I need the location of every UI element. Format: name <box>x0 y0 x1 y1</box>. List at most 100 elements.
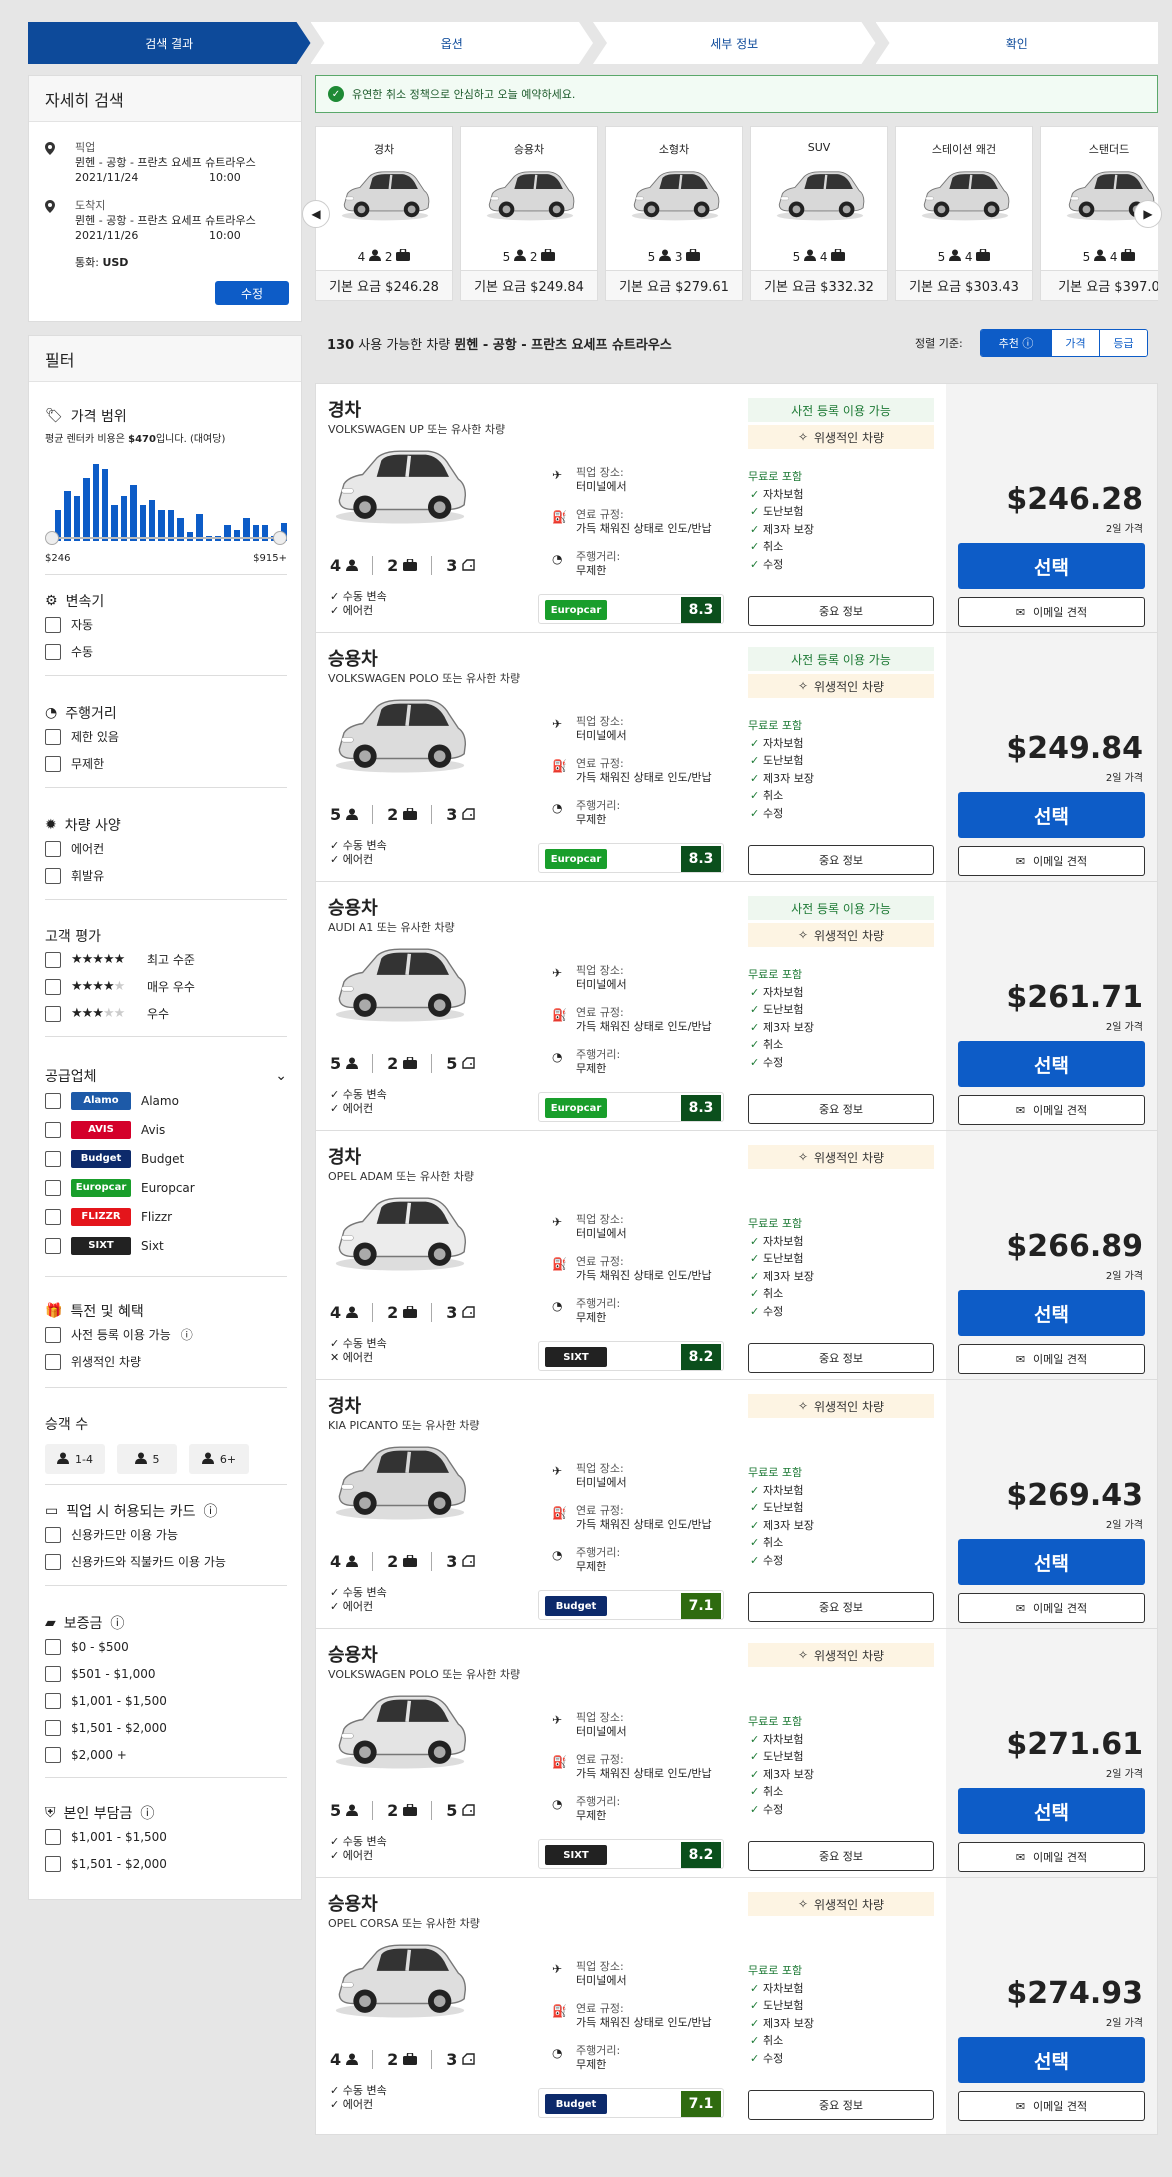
step-results[interactable]: 검색 결과 <box>28 22 311 64</box>
checkbox[interactable] <box>45 1638 61 1655</box>
checkbox[interactable] <box>45 755 61 772</box>
info-icon[interactable]: ⓘ <box>181 1326 193 1343</box>
checkbox[interactable] <box>45 1121 61 1138</box>
info-icon[interactable]: ⓘ <box>204 1501 218 1521</box>
max-price-handle[interactable] <box>273 531 287 545</box>
checkbox[interactable] <box>45 1828 61 1845</box>
rating-option[interactable]: ★★★★★ 우수 <box>45 1000 287 1027</box>
deposit-option[interactable]: $0 - $500 <box>45 1633 287 1660</box>
checkbox[interactable] <box>45 951 61 968</box>
checkbox[interactable] <box>45 867 61 884</box>
mileage-option[interactable]: 제한 있음 <box>45 723 287 750</box>
select-car-button[interactable]: 선택 <box>958 543 1145 589</box>
select-car-button[interactable]: 선택 <box>958 1539 1145 1585</box>
rating-option[interactable]: ★★★★★ 매우 우수 <box>45 973 287 1000</box>
important-info-button[interactable]: 중요 정보 <box>748 1343 934 1373</box>
info-icon[interactable]: ⓘ <box>110 1613 124 1633</box>
passenger-count-button[interactable]: 1-4 <box>45 1444 105 1474</box>
checkbox[interactable] <box>45 643 61 660</box>
transmission-option[interactable]: 자동 <box>45 611 287 638</box>
checkbox[interactable] <box>45 840 61 857</box>
checkbox[interactable] <box>45 1665 61 1682</box>
rating-option[interactable]: ★★★★★ 최고 수준 <box>45 946 287 973</box>
select-car-button[interactable]: 선택 <box>958 1041 1145 1087</box>
category-card[interactable]: 소형차 5 3 기본 요금 $279.61 <box>605 126 743 301</box>
checkbox[interactable] <box>45 1179 61 1196</box>
important-info-button[interactable]: 중요 정보 <box>748 1094 934 1124</box>
checkbox[interactable] <box>45 1092 61 1109</box>
supplier-option[interactable]: Budget Budget <box>45 1144 287 1173</box>
important-info-button[interactable]: 중요 정보 <box>748 845 934 875</box>
passenger-count-button[interactable]: 5 <box>117 1444 177 1474</box>
carousel-next-button[interactable]: ▶ <box>1134 200 1162 228</box>
category-card[interactable]: 경차 4 2 기본 요금 $246.28 <box>315 126 453 301</box>
card-option[interactable]: 신용카드만 이용 가능 <box>45 1521 287 1548</box>
deposit-option[interactable]: $1,501 - $2,000 <box>45 1714 287 1741</box>
checkbox[interactable] <box>45 1208 61 1225</box>
excess-option[interactable]: $1,501 - $2,000 <box>45 1850 287 1877</box>
card-option[interactable]: 신용카드와 직불카드 이용 가능 <box>45 1548 287 1575</box>
spec-option[interactable]: 휘발유 <box>45 862 287 889</box>
important-info-button[interactable]: 중요 정보 <box>748 2090 934 2120</box>
min-price-handle[interactable] <box>45 531 59 545</box>
category-card[interactable]: SUV 5 4 기본 요금 $332.32 <box>750 126 888 301</box>
email-quote-button[interactable]: ✉ 이메일 견적 <box>958 2091 1145 2121</box>
category-card[interactable]: 승용차 5 2 기본 요금 $249.84 <box>460 126 598 301</box>
category-card[interactable]: 스테이션 왜건 5 4 기본 요금 $303.43 <box>895 126 1033 301</box>
email-quote-button[interactable]: ✉ 이메일 견적 <box>958 1593 1145 1623</box>
supplier-option[interactable]: Alamo Alamo <box>45 1086 287 1115</box>
step-details[interactable]: 세부 정보 <box>593 22 876 64</box>
important-info-button[interactable]: 중요 정보 <box>748 1841 934 1871</box>
checkbox[interactable] <box>45 1150 61 1167</box>
perk-option[interactable]: 위생적인 차량 <box>45 1348 287 1375</box>
select-car-button[interactable]: 선택 <box>958 792 1145 838</box>
sort-price-button[interactable]: 가격 <box>1051 330 1099 356</box>
email-quote-button[interactable]: ✉ 이메일 견적 <box>958 1095 1145 1125</box>
excess-option[interactable]: $1,001 - $1,500 <box>45 1823 287 1850</box>
info-icon[interactable]: ⓘ <box>140 1803 154 1823</box>
checkbox[interactable] <box>45 616 61 633</box>
checkbox[interactable] <box>45 728 61 745</box>
checkbox[interactable] <box>45 1353 61 1370</box>
important-info-button[interactable]: 중요 정보 <box>748 596 934 626</box>
supplier-option[interactable]: SIXT Sixt <box>45 1231 287 1260</box>
checkbox[interactable] <box>45 1526 61 1543</box>
email-quote-button[interactable]: ✉ 이메일 견적 <box>958 597 1145 627</box>
edit-search-button[interactable]: 수정 <box>215 281 289 305</box>
checkbox[interactable] <box>45 1326 61 1343</box>
carousel-prev-button[interactable]: ◀ <box>302 200 330 228</box>
chevron-down-icon[interactable]: ⌄ <box>275 1068 287 1084</box>
checkbox[interactable] <box>45 1005 61 1022</box>
sort-recommended-button[interactable]: 추천 ⓘ <box>981 330 1051 356</box>
suppliers-heading[interactable]: 공급업체 ⌄ <box>45 1066 287 1086</box>
perk-option[interactable]: 사전 등록 이용 가능 ⓘ <box>45 1321 287 1348</box>
select-car-button[interactable]: 선택 <box>958 2037 1145 2083</box>
passenger-count-button[interactable]: 6+ <box>189 1444 249 1474</box>
supplier-option[interactable]: Europcar Europcar <box>45 1173 287 1202</box>
deposit-option[interactable]: $501 - $1,000 <box>45 1660 287 1687</box>
sort-rating-button[interactable]: 등급 <box>1099 330 1147 356</box>
price-range-slider[interactable] <box>45 531 287 545</box>
supplier-option[interactable]: FLIZZR Flizzr <box>45 1202 287 1231</box>
checkbox[interactable] <box>45 1692 61 1709</box>
email-quote-button[interactable]: ✉ 이메일 견적 <box>958 1344 1145 1374</box>
important-info-button[interactable]: 중요 정보 <box>748 1592 934 1622</box>
deposit-option[interactable]: $2,000 + <box>45 1741 287 1768</box>
select-car-button[interactable]: 선택 <box>958 1290 1145 1336</box>
email-quote-button[interactable]: ✉ 이메일 견적 <box>958 846 1145 876</box>
checkbox[interactable] <box>45 1746 61 1763</box>
step-options[interactable]: 옵션 <box>311 22 594 64</box>
transmission-option[interactable]: 수동 <box>45 638 287 665</box>
mileage-option[interactable]: 무제한 <box>45 750 287 777</box>
spec-option[interactable]: 에어컨 <box>45 835 287 862</box>
checkbox[interactable] <box>45 1719 61 1736</box>
checkbox[interactable] <box>45 1855 61 1872</box>
checkbox[interactable] <box>45 1237 61 1254</box>
deposit-option[interactable]: $1,001 - $1,500 <box>45 1687 287 1714</box>
checkbox[interactable] <box>45 1553 61 1570</box>
step-confirm[interactable]: 확인 <box>875 22 1158 64</box>
email-quote-button[interactable]: ✉ 이메일 견적 <box>958 1842 1145 1872</box>
checkbox[interactable] <box>45 978 61 995</box>
select-car-button[interactable]: 선택 <box>958 1788 1145 1834</box>
supplier-option[interactable]: AVIS Avis <box>45 1115 287 1144</box>
